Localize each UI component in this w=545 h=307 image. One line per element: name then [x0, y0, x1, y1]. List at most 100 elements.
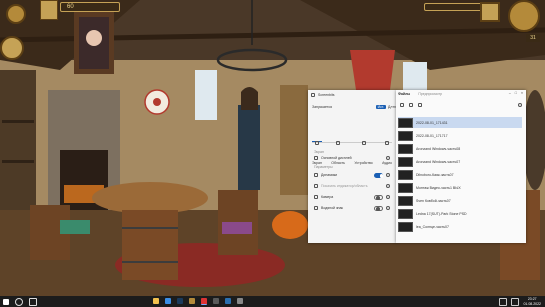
- speaker-icon: [314, 173, 318, 177]
- browser-icon[interactable]: [165, 298, 171, 304]
- files-toolbar: [400, 103, 422, 107]
- system-tray: 23:27 01.08.2022: [499, 296, 541, 307]
- search-icon[interactable]: [15, 297, 23, 306]
- recorder-menu-icon[interactable]: [311, 92, 315, 97]
- version-badge: 31: [526, 34, 540, 42]
- compass-icon[interactable]: [0, 36, 24, 60]
- screen-icon: [314, 141, 319, 145]
- file-item[interactable]: Ledna 17(SUT)-Park Stone PSD: [398, 208, 522, 219]
- file-name: Dilnoboro-Каяк-часть07: [416, 172, 454, 177]
- indicator-gear-icon[interactable]: [386, 184, 390, 188]
- file-thumbnail: [398, 208, 413, 219]
- coin-count: 60: [67, 4, 74, 10]
- option-camera-label: Камера: [321, 195, 334, 199]
- main-display-label: Основной дисплей: [321, 156, 352, 160]
- tab-region[interactable]: Область: [331, 130, 345, 165]
- file-thumbnail: [398, 169, 413, 180]
- file-item[interactable]: 2022-08-01_171717: [398, 130, 522, 141]
- recorder-panel: Screenbits Запускается Ист. Длтn Экран О…: [308, 90, 397, 243]
- recorder-status-row: Запускается Ист. Длтn: [312, 103, 396, 110]
- device-icon: [361, 141, 366, 145]
- file-item[interactable]: 2022-08-01_171431: [398, 117, 522, 128]
- file-name: Ledna 17(SUT)-Park Stone PSD: [416, 211, 467, 216]
- watermark-icon: [314, 206, 318, 210]
- play-icon[interactable]: [400, 103, 404, 107]
- recorder-status-value: Ист.: [375, 104, 387, 109]
- file-name: lea_Солнце-часть07: [416, 224, 449, 229]
- task-view-icon[interactable]: [29, 297, 37, 306]
- clock[interactable]: 23:27 01.08.2022: [523, 297, 541, 306]
- journal-icon[interactable]: [508, 0, 540, 32]
- watermark-gear-icon[interactable]: [386, 206, 390, 210]
- steam-icon[interactable]: [177, 298, 183, 304]
- camera-icon: [314, 195, 318, 199]
- main-display-gear-icon[interactable]: [386, 156, 390, 160]
- file-thumbnail: [398, 117, 413, 128]
- start-icon[interactable]: [3, 298, 9, 305]
- option-indicator[interactable]: Показать индикатор/область: [314, 182, 390, 190]
- tab-preview[interactable]: Предпросмотр: [418, 92, 442, 99]
- recorder-app-icon[interactable]: [201, 298, 207, 305]
- file-item[interactable]: Aronzand Windows-часть08: [398, 143, 522, 154]
- clock-date: 01.08.2022: [523, 301, 541, 306]
- close-icon[interactable]: ×: [521, 91, 523, 95]
- file-name: Aronzand Windows-часть07: [416, 159, 461, 164]
- audio-icon: [385, 141, 390, 145]
- speakers-gear-icon[interactable]: [386, 173, 390, 177]
- maximize-icon[interactable]: □: [515, 91, 517, 95]
- tab-device[interactable]: Устройство: [354, 130, 373, 165]
- option-speakers[interactable]: Динамики: [314, 171, 390, 179]
- camera-toggle[interactable]: [374, 194, 383, 200]
- coin-counter: 60: [60, 2, 120, 12]
- recorder-tabs: Экран Область Устройство Аудио: [312, 130, 392, 165]
- network-icon[interactable]: [499, 297, 508, 306]
- file-thumbnail: [398, 156, 413, 167]
- watermark-toggle[interactable]: [374, 205, 383, 211]
- file-thumbnail: [398, 182, 413, 193]
- delete-icon[interactable]: [418, 103, 422, 107]
- file-name: Aronzand Windows-часть08: [416, 146, 461, 151]
- file-item[interactable]: Sven Ковбой-часть07: [398, 195, 522, 206]
- taskbar: 23:27 01.08.2022: [0, 296, 545, 307]
- file-name: 2022-08-01_171717: [416, 133, 448, 138]
- settings-gear-icon[interactable]: [6, 4, 26, 24]
- mail-icon[interactable]: [225, 298, 231, 304]
- recorder-titlebar: Screenbits: [308, 90, 396, 99]
- monitor-icon: [314, 156, 318, 160]
- file-item[interactable]: Aronzand Windows-часть07: [398, 156, 522, 167]
- tab-screen[interactable]: Экран: [312, 130, 322, 165]
- speakers-toggle[interactable]: [374, 172, 383, 178]
- tab-audio[interactable]: Аудио: [382, 130, 392, 165]
- file-name: Монтаж Видео-часть1 ВЫХ: [416, 185, 461, 190]
- file-name: 2022-08-01_171431: [416, 120, 448, 125]
- more-options-icon[interactable]: [518, 103, 522, 107]
- option-watermark[interactable]: Водяной знак: [314, 204, 390, 212]
- window-controls: – □ ×: [509, 91, 523, 95]
- option-camera[interactable]: Камера: [314, 193, 390, 201]
- version-badge-text: 31: [530, 35, 536, 41]
- tab-files[interactable]: Файлы: [398, 92, 410, 99]
- recorder-title: Screenbits: [318, 92, 335, 97]
- inventory-icon[interactable]: [480, 2, 500, 22]
- explorer-icon[interactable]: [153, 298, 159, 304]
- game-icon[interactable]: [189, 298, 195, 304]
- option-speakers-label: Динамики: [321, 173, 338, 177]
- files-panel: Файлы Предпросмотр – □ × 2022-08-01_1714…: [396, 90, 526, 243]
- folder-icon[interactable]: [409, 103, 413, 107]
- camera-gear-icon[interactable]: [386, 195, 390, 199]
- settings-icon[interactable]: [237, 298, 243, 304]
- file-thumbnail: [398, 221, 413, 232]
- volume-icon[interactable]: [511, 297, 520, 306]
- file-name: Sven Ковбой-часть07: [416, 198, 451, 203]
- taskbar-apps: [150, 298, 246, 305]
- minimize-icon[interactable]: –: [509, 91, 511, 95]
- file-thumbnail: [398, 195, 413, 206]
- file-item[interactable]: Dilnoboro-Каяк-часть07: [398, 169, 522, 180]
- store-icon[interactable]: [213, 298, 219, 304]
- map-icon[interactable]: [40, 0, 58, 20]
- file-item[interactable]: Монтаж Видео-часть1 ВЫХ: [398, 182, 522, 193]
- file-item[interactable]: lea_Солнце-часть07: [398, 221, 522, 232]
- file-thumbnail: [398, 130, 413, 141]
- main-display-row[interactable]: Основной дисплей: [314, 154, 390, 162]
- microphone-icon: [314, 184, 318, 188]
